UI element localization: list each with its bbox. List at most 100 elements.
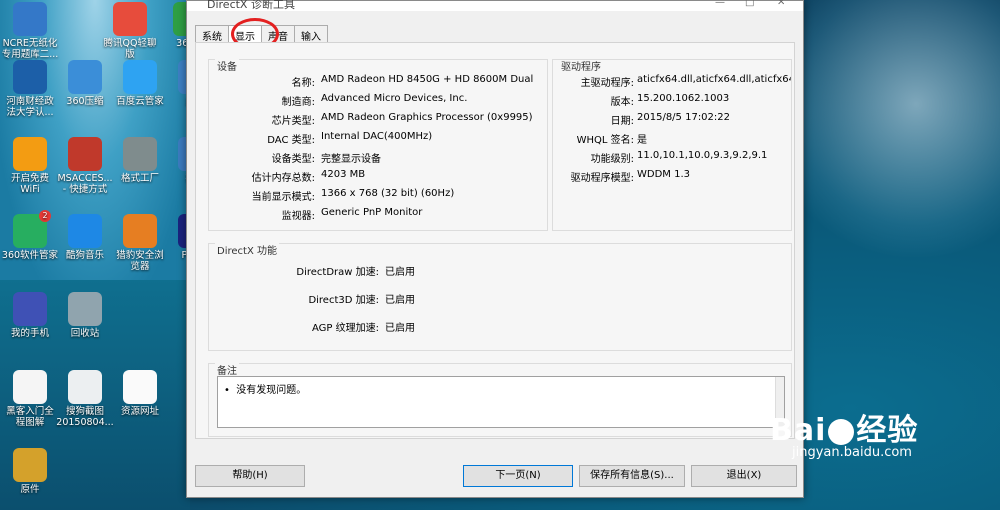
save-all-info-button[interactable]: 保存所有信息(S)... (579, 465, 685, 487)
driver-field-value: 15.200.1062.1003 (637, 93, 730, 104)
driver-field-label: WHQL 签名: (576, 135, 634, 146)
resource-url-icon (123, 370, 157, 404)
henan-university-icon (13, 60, 47, 94)
desktop-icon-baidu-cloud-icon[interactable]: 百度云管家 (110, 60, 170, 107)
desktop-icon-resource-url-icon[interactable]: 资源网址 (110, 370, 170, 417)
driver-field-label: 日期: (610, 116, 634, 127)
driver-field-label: 驱动程序模型: (570, 173, 634, 184)
desktop-icon-recycle-bin-icon[interactable]: 回收站 (55, 292, 115, 339)
driver-group-title: 驱动程序 (559, 60, 603, 73)
directx-features-group: DirectX 功能 DirectDraw 加速: 已启用 Direct3D 加速:… (208, 242, 792, 351)
desktop-icon-label: 资源网址 (120, 406, 159, 417)
desktop-icon-henan-university-icon[interactable]: 河南财经政 法大学认... (0, 60, 60, 118)
help-button[interactable]: 帮助(H) (195, 465, 305, 487)
desktop-icon-label: 搜狗截图 20150804... (56, 406, 114, 428)
desktop-icon-free-wifi-icon[interactable]: 开启免费 WiFi (0, 137, 60, 195)
desktop-icon-original-folder-icon[interactable]: 原件 (0, 448, 60, 495)
desktop-icon-label: 酷狗音乐 (65, 250, 104, 261)
device-field-value: Generic PnP Monitor (321, 207, 423, 218)
free-wifi-icon (13, 137, 47, 171)
desktop-icon-qq-icon[interactable]: 腾讯QQ轻聊 版 (100, 2, 160, 60)
device-field-value: AMD Radeon HD 8450G + HD 8600M Dual (321, 74, 534, 85)
title-bar[interactable]: DirectX 诊断工具 — □ ✕ (187, 0, 803, 11)
device-field-label: 监视器: (281, 211, 315, 222)
desktop-icon-label: 我的手机 (10, 328, 49, 339)
maximize-button[interactable]: □ (745, 0, 754, 8)
device-group: 设备 名称: AMD Radeon HD 8450G + HD 8600M Dua… (208, 58, 548, 231)
device-field-value: Internal DAC(400MHz) (321, 131, 433, 142)
device-field-label: 芯片类型: (271, 116, 315, 127)
desktop-icon-liebao-browser-icon[interactable]: 猎豹安全浏 览器 (110, 214, 170, 272)
desktop-icon-360-software-manager-icon[interactable]: 2 360软件管家 (0, 210, 60, 261)
desktop-icon-label: 黑客入门全 程图解 (6, 406, 54, 428)
note-item: • 没有发现问题。 (224, 385, 307, 396)
desktop-icon-kugou-music-icon[interactable]: 酷狗音乐 (55, 214, 115, 261)
ncre-icon (13, 2, 47, 36)
device-group-title: 设备 (215, 58, 239, 73)
notes-group-title: 备注 (215, 362, 239, 377)
minimize-button[interactable]: — (715, 0, 725, 8)
display-panel: 设备 名称: AMD Radeon HD 8450G + HD 8600M Dua… (195, 42, 795, 439)
driver-field-value: WDDM 1.3 (637, 169, 690, 180)
hacker-pdf-icon (13, 370, 47, 404)
desktop-icon-label: 360压缩 (66, 96, 104, 107)
device-field-value: 1366 x 768 (32 bit) (60Hz) (321, 188, 455, 199)
original-folder-icon (13, 448, 47, 482)
desktop-icon-my-phone-icon[interactable]: 我的手机 (0, 292, 60, 339)
feature-field-value: 已启用 (385, 267, 415, 278)
notes-textbox[interactable]: • 没有发现问题。 (217, 376, 785, 428)
liebao-browser-icon (123, 214, 157, 248)
desktop-icon-ncre-icon[interactable]: NCRE无纸化 专用题库二... (0, 2, 60, 60)
feature-field-value: 已启用 (385, 323, 415, 334)
baidu-paw-icon (828, 418, 855, 445)
feature-field-value: 已启用 (385, 295, 415, 306)
recycle-bin-icon (68, 292, 102, 326)
baidu-logo-text: Bai (770, 413, 827, 448)
msaccess-icon (68, 137, 102, 171)
driver-field-value: 2015/8/5 17:02:22 (637, 112, 731, 123)
bullet-icon: • (224, 385, 237, 396)
driver-field-label: 主驱动程序: (580, 78, 634, 89)
notes-group: 备注 • 没有发现问题。 (208, 362, 792, 437)
desktop-icon-label: 腾讯QQ轻聊 版 (103, 38, 157, 60)
device-field-label: 估计内存总数: (251, 173, 315, 184)
format-factory-icon (123, 137, 157, 171)
desktop-icon-360-zip-icon[interactable]: 360压缩 (55, 60, 115, 107)
desktop-icon-label: MSACCES... - 快捷方式 (57, 173, 113, 195)
desktop-icon-label: 原件 (20, 484, 40, 495)
desktop-icon-format-factory-icon[interactable]: 格式工厂 (110, 137, 170, 184)
dxdiag-window: DirectX 诊断工具 — □ ✕ 系统 显示 声音 输入 设备 名称: AMD… (186, 0, 804, 498)
360-zip-icon (68, 60, 102, 94)
device-field-label: 设备类型: (271, 154, 315, 165)
feature-field-label: Direct3D 加速: (308, 295, 379, 306)
desktop-icon-msaccess-icon[interactable]: MSACCES... - 快捷方式 (55, 137, 115, 195)
desktop-icon-label: 格式工厂 (120, 173, 159, 184)
watermark-url: jingyan.baidu.com (792, 445, 912, 460)
sogou-screenshot-icon (68, 370, 102, 404)
exit-button[interactable]: 退出(X) (691, 465, 797, 487)
desktop-icon-hacker-pdf-icon[interactable]: 黑客入门全 程图解 (0, 370, 60, 428)
desktop-icon-label: 开启免费 WiFi (10, 173, 49, 195)
kugou-music-icon (68, 214, 102, 248)
qq-icon (113, 2, 147, 36)
feature-field-label: AGP 纹理加速: (312, 323, 379, 334)
device-field-value: AMD Radeon Graphics Processor (0x9995) (321, 112, 533, 123)
driver-field-label: 版本: (610, 97, 634, 108)
desktop-icon-label: 百度云管家 (116, 96, 164, 107)
notification-badge: 2 (39, 210, 51, 222)
driver-group: 驱动程序 主驱动程序: aticfx64.dll,aticfx64.dll,ati… (552, 59, 792, 231)
my-phone-icon (13, 292, 47, 326)
desktop-icon-label: 回收站 (70, 328, 100, 339)
driver-field-value: 11.0,10.1,10.0,9.3,9.2,9.1 (637, 150, 768, 161)
next-page-button[interactable]: 下一页(N) (463, 465, 573, 487)
device-field-label: 制造商: (281, 97, 315, 108)
desktop-icon-sogou-screenshot-icon[interactable]: 搜狗截图 20150804... (55, 370, 115, 428)
device-field-value: 完整显示设备 (321, 154, 381, 165)
device-field-label: 当前显示模式: (251, 192, 315, 203)
device-field-value: Advanced Micro Devices, Inc. (321, 93, 468, 104)
device-field-label: 名称: (291, 78, 315, 89)
360-software-manager-icon: 2 (13, 210, 51, 248)
close-button[interactable]: ✕ (777, 0, 785, 8)
device-field-label: DAC 类型: (267, 135, 315, 146)
feature-field-label: DirectDraw 加速: (296, 267, 379, 278)
